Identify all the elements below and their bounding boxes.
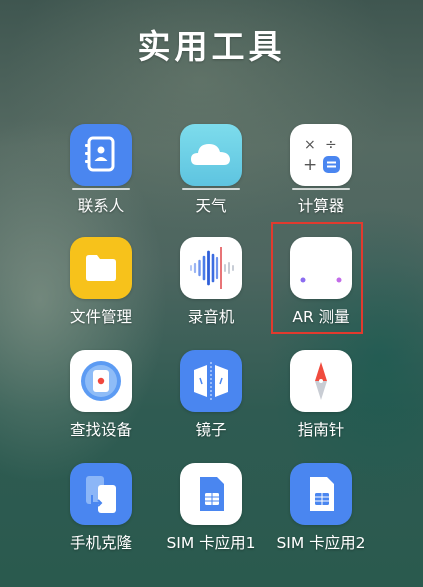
sim-card-icon (290, 463, 352, 525)
calculator-icon: × ÷ + (290, 124, 352, 186)
app-label: 天气 (195, 197, 227, 215)
app-grid: 联系人 天气 × ÷ + 计算器 文件管理 录音机 AR 测量 查找设备 镜子 … (46, 124, 376, 576)
weather-cloud-icon (180, 124, 242, 186)
app-calculator[interactable]: × ÷ + 计算器 (266, 124, 376, 237)
mirror-icon (180, 350, 242, 412)
app-sim-1[interactable]: SIM 卡应用1 (156, 463, 266, 576)
sim-card-icon (180, 463, 242, 525)
folder-title: 实用工具 (137, 27, 286, 66)
app-sim-2[interactable]: SIM 卡应用2 (266, 463, 376, 576)
folder-icon (70, 237, 132, 299)
app-label: SIM 卡应用1 (166, 534, 256, 552)
app-weather[interactable]: 天气 (156, 124, 266, 237)
new-app-indicator (292, 188, 350, 190)
app-compass[interactable]: 指南针 (266, 350, 376, 463)
new-app-indicator (72, 188, 130, 190)
svg-text:×: × (304, 137, 316, 153)
app-label: SIM 卡应用2 (276, 534, 366, 552)
ar-measure-highlight-box (271, 222, 363, 334)
app-recorder[interactable]: 录音机 (156, 237, 266, 350)
app-phone-clone[interactable]: 手机克隆 (46, 463, 156, 576)
svg-text:÷: ÷ (325, 137, 337, 153)
app-label: 指南针 (297, 421, 345, 439)
phone-clone-icon (70, 463, 132, 525)
app-label: 联系人 (77, 197, 125, 215)
new-app-indicator (182, 188, 240, 190)
app-label: 录音机 (187, 308, 235, 326)
app-mirror[interactable]: 镜子 (156, 350, 266, 463)
app-file-manager[interactable]: 文件管理 (46, 237, 156, 350)
app-label: 文件管理 (69, 308, 132, 326)
find-device-icon (70, 350, 132, 412)
recorder-waveform-icon (180, 237, 242, 299)
app-find-device[interactable]: 查找设备 (46, 350, 156, 463)
app-label: 查找设备 (69, 421, 132, 439)
app-label: 镜子 (195, 421, 227, 439)
contacts-icon (70, 124, 132, 186)
app-contacts[interactable]: 联系人 (46, 124, 156, 237)
app-label: 计算器 (297, 197, 345, 215)
app-label: 手机克隆 (69, 534, 132, 552)
compass-icon (290, 350, 352, 412)
svg-text:+: + (303, 155, 317, 175)
